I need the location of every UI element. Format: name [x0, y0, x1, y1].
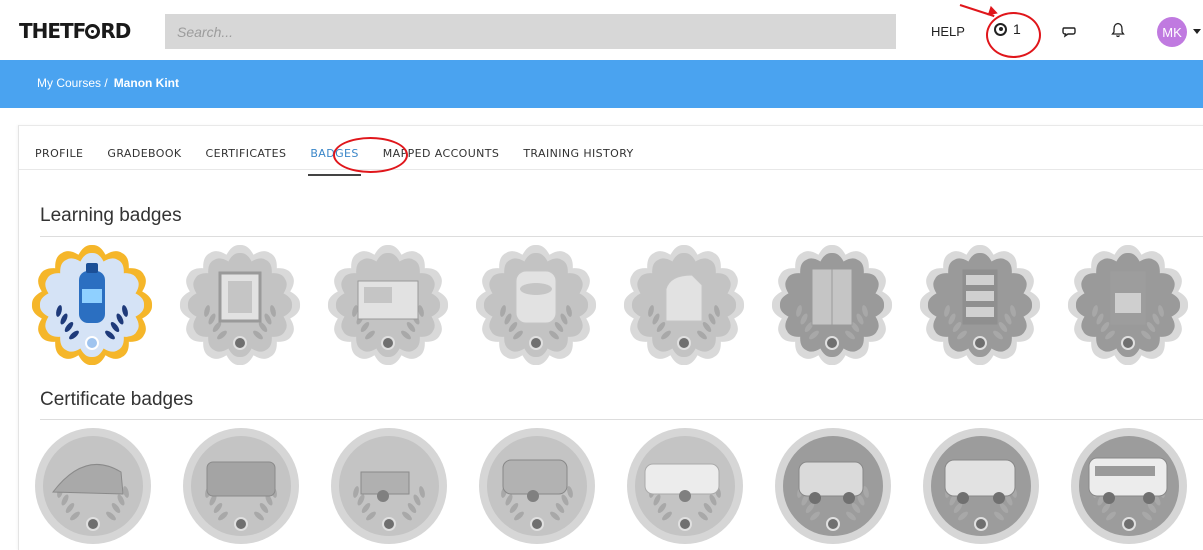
avatar[interactable]: MK	[1157, 17, 1187, 47]
logo-text-a: THETF	[19, 19, 86, 43]
main-panel	[18, 125, 1203, 550]
help-link[interactable]: HELP	[931, 24, 965, 39]
tabs-divider	[19, 169, 1203, 170]
bell-icon[interactable]	[1111, 22, 1125, 38]
chevron-down-icon[interactable]	[1193, 29, 1201, 34]
learning-badges-title: Learning badges	[40, 205, 182, 226]
tab-certificates[interactable]: CERTIFICATES	[206, 147, 287, 168]
tab-gradebook[interactable]: GRADEBOOK	[107, 147, 181, 168]
breadcrumb-bar	[0, 60, 1203, 108]
learning-badges-rule	[40, 236, 1203, 237]
certificate-badges-title: Certificate badges	[40, 389, 194, 410]
annotation-circle-points	[986, 12, 1041, 58]
logo-o-ring	[85, 24, 101, 39]
annotation-circle-badges	[333, 137, 408, 173]
breadcrumb-current: Manon Kint	[113, 76, 180, 90]
breadcrumb: My Courses / Manon Kint	[37, 76, 179, 90]
chat-icon[interactable]	[1062, 26, 1076, 38]
breadcrumb-parent[interactable]: My Courses /	[37, 76, 108, 90]
tab-profile[interactable]: PROFILE	[35, 147, 83, 168]
logo-text-b: RD	[100, 19, 131, 43]
thetford-logo[interactable]: THETF RD	[19, 19, 131, 43]
tab-training-history[interactable]: TRAINING HISTORY	[523, 147, 633, 168]
search-input[interactable]	[165, 14, 896, 49]
certificate-badges-rule	[40, 419, 1203, 420]
